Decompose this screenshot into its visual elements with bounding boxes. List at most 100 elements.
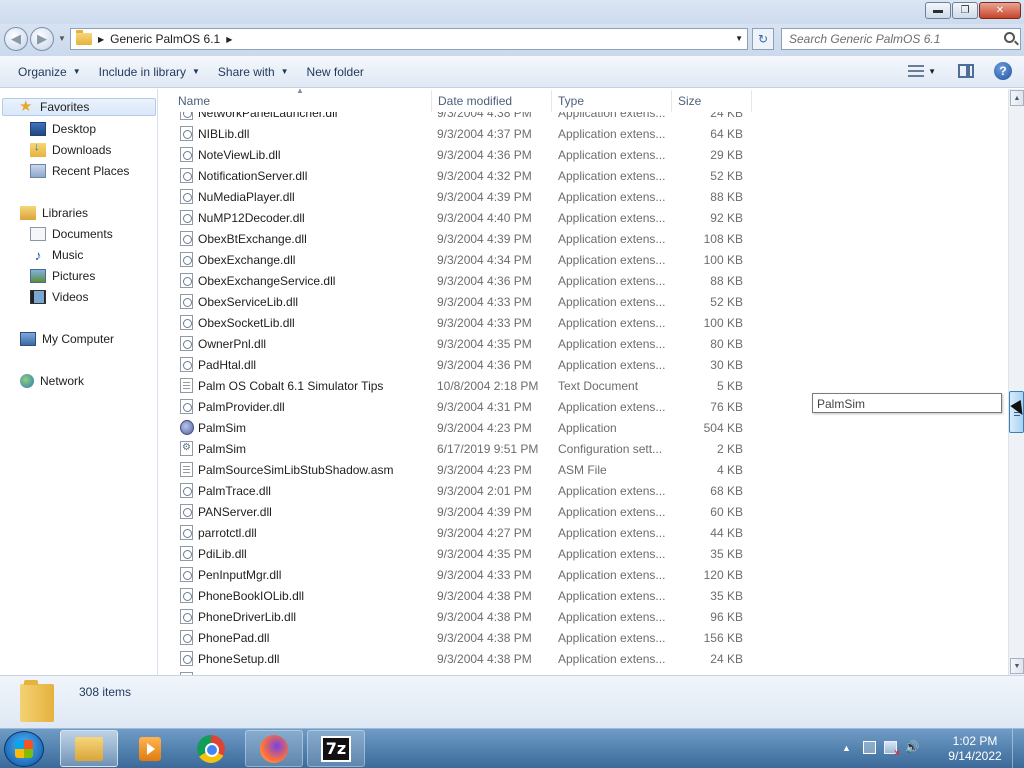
scroll-up-button[interactable]: ▲	[1010, 90, 1024, 106]
file-name: PalmTrace.dll	[198, 484, 271, 498]
file-size: 108 KB	[703, 232, 743, 246]
breadcrumb-chevron-icon[interactable]: ▶	[226, 35, 232, 44]
network-disconnected-icon[interactable]	[883, 741, 901, 759]
show-hidden-icons-chevron-icon[interactable]: ▲	[842, 743, 851, 753]
file-row[interactable]: OwnerPnl.dll 9/3/2004 4:35 PM Application …	[172, 333, 762, 354]
file-type: Application extens...	[558, 112, 666, 120]
taskbar-7zip-button[interactable]: 7z	[307, 730, 365, 767]
column-header-date-modified[interactable]: Date modified	[432, 90, 552, 112]
scroll-down-button[interactable]: ▼	[1010, 658, 1024, 674]
file-row[interactable]: PhonePad.dll 9/3/2004 4:38 PM Application …	[172, 627, 762, 648]
column-header-name[interactable]: Name	[172, 90, 432, 112]
action-center-flag-icon[interactable]	[862, 741, 876, 754]
file-date-modified: 9/3/2004 4:38 PM	[437, 652, 532, 666]
column-header-size[interactable]: Size	[672, 90, 752, 112]
file-row[interactable]: ObexServiceLib.dll 9/3/2004 4:33 PM Applic…	[172, 291, 762, 312]
start-button[interactable]	[4, 731, 44, 767]
file-name: PhoneDriverLib.dll	[198, 610, 297, 624]
sidebar-item-videos[interactable]: Videos	[30, 288, 88, 306]
file-row[interactable]: NuMediaPlayer.dll 9/3/2004 4:39 PM Applica…	[172, 186, 762, 207]
file-type: Application extens...	[558, 337, 666, 351]
sidebar-item-downloads[interactable]: Downloads	[30, 141, 111, 159]
file-row[interactable]: ObexBtExchange.dll 9/3/2004 4:39 PM Applic…	[172, 228, 762, 249]
breadcrumb-chevron-icon[interactable]: ▶	[98, 35, 104, 44]
videos-icon	[30, 290, 46, 304]
file-row[interactable]: PalmTrace.dll 9/3/2004 2:01 PM Application…	[172, 480, 762, 501]
share-with-menu[interactable]: Share with ▼	[208, 58, 297, 86]
file-row[interactable]: PhoneBookIOLib.dll 9/3/2004 4:38 PM Applic…	[172, 585, 762, 606]
file-row[interactable]: PenInputMgr.dll 9/3/2004 4:33 PM Applicati…	[172, 564, 762, 585]
file-row[interactable]: NIBLib.dll 9/3/2004 4:37 PM Application ex…	[172, 123, 762, 144]
file-row[interactable]: NotificationServer.dll 9/3/2004 4:32 PM Ap…	[172, 165, 762, 186]
file-row[interactable]: PhoneDriverLib.dll 9/3/2004 4:38 PM Applic…	[172, 606, 762, 627]
file-row[interactable]: NuMP12Decoder.dll 9/3/2004 4:40 PM Applica…	[172, 207, 762, 228]
file-row[interactable]: PhoneSetup.dll 9/3/2004 4:38 PM Applicatio…	[172, 648, 762, 669]
help-icon[interactable]: ?	[994, 62, 1012, 80]
file-row[interactable]: ObexSocketLib.dll 9/3/2004 4:33 PM Applica…	[172, 312, 762, 333]
sidebar-item-music[interactable]: ♪ Music	[30, 246, 84, 264]
file-row[interactable]: PalmSim 6/17/2019 9:51 PM Configuration se…	[172, 438, 762, 459]
sidebar-item-my-computer[interactable]: My Computer	[20, 330, 114, 348]
new-folder-button[interactable]: New folder	[297, 58, 372, 86]
file-size: 68 KB	[710, 484, 743, 498]
file-size: 35 KB	[710, 589, 743, 603]
file-row[interactable]: PdiLib.dll 9/3/2004 4:35 PM Application ex…	[172, 543, 762, 564]
search-input[interactable]	[782, 29, 992, 49]
column-header-label: Type	[558, 94, 585, 108]
sidebar-item-documents[interactable]: Documents	[30, 225, 113, 243]
taskbar-explorer-button[interactable]	[60, 730, 118, 767]
forward-button[interactable]: ▶	[30, 27, 54, 51]
sidebar-item-desktop[interactable]: Desktop	[30, 120, 96, 138]
minimize-button[interactable]: ▬	[925, 2, 951, 19]
taskbar-firefox-button[interactable]	[245, 730, 303, 767]
back-button[interactable]: ◀	[4, 27, 28, 51]
file-row[interactable]: ObexExchange.dll 9/3/2004 4:34 PM Applicat…	[172, 249, 762, 270]
sidebar-item-favorites[interactable]: ★ Favorites	[2, 98, 156, 116]
view-options-chevron-icon[interactable]: ▼	[928, 67, 936, 76]
sidebar-item-network[interactable]: Network	[20, 372, 84, 390]
tooltip: PalmSim	[812, 393, 1002, 413]
include-in-library-menu[interactable]: Include in library ▼	[89, 58, 208, 86]
file-type: Application extens...	[558, 295, 666, 309]
dll-file-icon	[180, 273, 193, 288]
refresh-button[interactable]: ↻	[752, 28, 774, 50]
file-row[interactable]: PANServer.dll 9/3/2004 4:39 PM Application…	[172, 501, 762, 522]
search-box[interactable]	[781, 28, 1021, 50]
taskbar-media-player-button[interactable]	[121, 730, 179, 767]
file-row[interactable]: PalmSourceSimLibStubShadow.asm 9/3/2004 4…	[172, 459, 762, 480]
file-name: PalmProvider.dll	[198, 400, 285, 414]
organize-menu[interactable]: Organize ▼	[8, 58, 89, 86]
file-row[interactable]: PalmProvider.dll 9/3/2004 4:31 PM Applicat…	[172, 396, 762, 417]
file-row[interactable]: NetworkPanelLauncher.dll 9/3/2004 4:38 PM…	[172, 112, 762, 123]
show-desktop-button[interactable]	[1012, 729, 1024, 768]
sidebar-item-pictures[interactable]: Pictures	[30, 267, 95, 285]
file-row[interactable]: PalmSim 9/3/2004 4:23 PM Application 504 KB	[172, 417, 762, 438]
address-dropdown-icon[interactable]: ▼	[735, 34, 743, 43]
file-row[interactable]: PadHtal.dll 9/3/2004 4:36 PM Application e…	[172, 354, 762, 375]
search-icon[interactable]	[1004, 32, 1015, 43]
file-row[interactable]: ObexExchangeService.dll 9/3/2004 4:36 PM A…	[172, 270, 762, 291]
file-size: 100 KB	[703, 316, 743, 330]
sidebar-item-recent-places[interactable]: Recent Places	[30, 162, 129, 180]
preview-pane-icon[interactable]	[958, 64, 974, 78]
view-controls: ▼ ?	[908, 62, 1012, 80]
sidebar-item-label: Network	[40, 374, 85, 388]
address-bar[interactable]: ▶ Generic PalmOS 6.1 ▶ ▼	[70, 28, 748, 50]
file-date-modified: 9/3/2004 4:36 PM	[437, 148, 532, 162]
vertical-scrollbar[interactable]: ▲ ▼	[1008, 89, 1024, 675]
item-count: 308 items	[79, 685, 132, 699]
file-row[interactable]: Palm OS Cobalt 6.1 Simulator Tips 10/8/20…	[172, 375, 762, 396]
file-row[interactable]: NoteViewLib.dll 9/3/2004 4:36 PM Applicati…	[172, 144, 762, 165]
file-row[interactable]: parrotctl.dll 9/3/2004 4:27 PM Application…	[172, 522, 762, 543]
sidebar-item-libraries[interactable]: Libraries	[20, 204, 88, 222]
maximize-button[interactable]: ❐	[952, 2, 978, 19]
close-button[interactable]: ✕	[979, 2, 1021, 19]
volume-icon[interactable]: 🔊	[905, 741, 920, 754]
breadcrumb-current-folder[interactable]: Generic PalmOS 6.1	[110, 32, 220, 46]
taskbar-chrome-button[interactable]	[182, 730, 240, 767]
clock[interactable]: 1:02 PM 9/14/2022	[940, 734, 1010, 764]
star-icon: ★	[19, 98, 33, 115]
recent-pages-chevron-icon[interactable]: ▼	[58, 34, 66, 43]
change-view-icon[interactable]	[908, 65, 925, 77]
column-header-type[interactable]: Type	[552, 90, 672, 112]
